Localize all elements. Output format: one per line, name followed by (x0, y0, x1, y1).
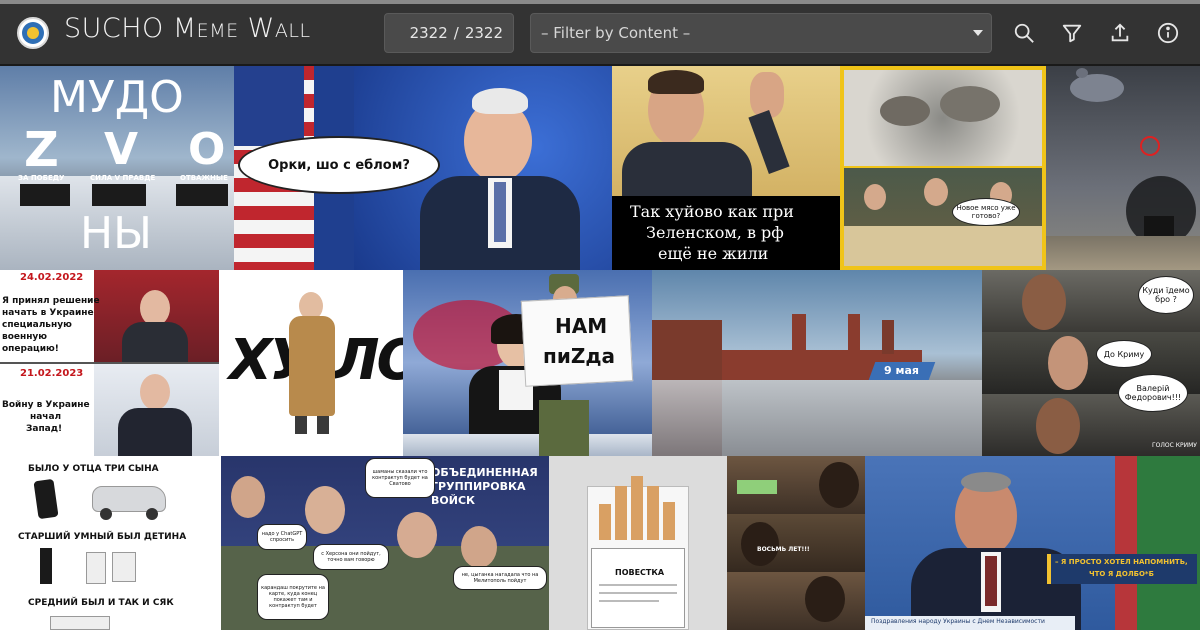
app-title: SUCHO Meme Wall (64, 13, 311, 44)
meme-caption-line2: Зеленском, в рф (646, 223, 784, 242)
banner-text: ОБЪЕДИНЕННАЯ ГРУППИРОВКА ВОЙСК (431, 466, 538, 507)
content-filter-select[interactable]: – Filter by Content – (530, 13, 992, 53)
upload-icon (1111, 23, 1129, 42)
text1-line1: Я принял решение (2, 296, 100, 306)
meme-caption: ВОСЬМЬ ЛЕТ!!! (757, 546, 810, 553)
meme-tile-cigarettes[interactable]: ПОВЕСТКА (549, 456, 727, 630)
meme-line2: СТАРШИЙ УМНЫЙ БЫЛ ДЕТИНА (18, 532, 187, 542)
meme-tile-smoke[interactable] (1046, 66, 1200, 270)
speech-bubble: Новое мясо уже готово? (952, 198, 1020, 226)
top-bar: SUCHO Meme Wall 2322 / 2322 – Filter by … (0, 0, 1200, 64)
meme-tile-new-meat[interactable]: Новое мясо уже готово? (840, 66, 1046, 270)
paper-title: ПОВЕСТКА (615, 568, 665, 577)
meme-word-right: ЛО (333, 328, 403, 393)
counter-separator: / (453, 24, 459, 42)
meme-tile-generals-map[interactable]: ОБЪЕДИНЕННАЯ ГРУППИРОВКА ВОЙСК шаманы ск… (221, 456, 549, 630)
bubble-text-3: Валерій Федорович!!! (1124, 384, 1182, 402)
sign-line2: пиZда (543, 344, 615, 368)
chevron-down-icon (973, 30, 983, 36)
bubble-text-5: не, цыганка нагадала что на Мелитополь п… (461, 572, 539, 584)
speech-bubble-2: надо у ChatGPT спросить (257, 524, 307, 550)
bubble-text: Орки, шо с еблом? (268, 157, 410, 173)
text2-line3: Запад! (26, 424, 63, 434)
counter-total: 2322 (464, 24, 503, 42)
upload-button[interactable] (1105, 18, 1135, 48)
meme-line1: БЫЛО У ОТЦА ТРИ СЫНА (28, 464, 159, 474)
speech-bubble-1: Куди їдемо бро ? (1138, 276, 1194, 314)
speech-bubble-1: шаманы сказали что контрактуп будет на С… (365, 458, 435, 498)
speech-bubble-2: До Криму (1096, 340, 1152, 368)
meme-letter-v: V (104, 124, 139, 175)
speech-bubble-4: карандаш покрутите на карте, куда конец … (257, 574, 329, 620)
bubble-text-4: карандаш покрутите на карте, куда конец … (261, 585, 325, 609)
meme-text-bottom: НЫ (80, 208, 152, 259)
meme-tile-news-anchor[interactable]: НАМ пиZда (403, 270, 652, 456)
info-icon (1157, 22, 1179, 44)
meme-line3: СРЕДНИЙ БЫЛ И ТАК И СЯК (28, 598, 174, 608)
filter-button[interactable] (1057, 18, 1087, 48)
meme-tile-kremlin[interactable]: 9 мая (652, 270, 982, 456)
meme-caption-2: СИЛА V ПРАВДЕ (90, 174, 156, 182)
text1-line2: начать в Украине (2, 308, 94, 318)
meme-text-top: МУДО (50, 72, 184, 123)
text1-line5: операцию! (2, 344, 59, 354)
search-button[interactable] (1009, 18, 1039, 48)
banner-text: 9 мая (884, 364, 919, 377)
meme-tile-car-ride[interactable]: Куди їдемо бро ? До Криму Валерій Федоро… (982, 270, 1200, 456)
meme-caption-3: ОТВАЖНЫЕ (180, 174, 228, 182)
date-1: 24.02.2022 (20, 272, 84, 283)
sign-line1: НАМ (555, 314, 608, 338)
bubble-text-2: надо у ChatGPT спросить (261, 531, 303, 543)
bubble-text-3: с Херсона они пойдут, точно вам говорю (321, 551, 381, 563)
meme-caption-1: ЗА ПОБЕДУ (18, 174, 65, 182)
subtitle: Поздравления народу Украины с Днем Незав… (871, 618, 1045, 625)
text2-line2: начал (30, 412, 62, 422)
bubble-text: Новое мясо уже готово? (956, 204, 1016, 220)
sucho-logo[interactable] (17, 17, 49, 49)
meme-tile-zelensky[interactable]: Так хуйово как при Зеленском, в рф ещё н… (612, 66, 840, 270)
speech-bubble-3: с Херсона они пойдут, точно вам говорю (313, 544, 389, 570)
meme-tile-putin-dates[interactable]: 24.02.2022 Я принял решение начать в Укр… (0, 270, 219, 456)
meme-caption-line1: Так хуйово как при (630, 202, 794, 221)
meme-tile-huylo[interactable]: ХУ ЛО (219, 270, 403, 456)
meme-tile-three-sons[interactable]: БЫЛО У ОТЦА ТРИ СЫНА СТАРШИЙ УМНЫЙ БЫЛ Д… (0, 456, 221, 630)
meme-letter-z: Z (24, 122, 59, 178)
text1-line4: военную (2, 332, 48, 342)
speech-bubble: Орки, шо с еблом? (238, 136, 440, 194)
caption-line1: – Я ПРОСТО ХОТЕЛ НАПОМНИТЬ, (1055, 558, 1188, 566)
info-button[interactable] (1153, 18, 1183, 48)
caption-line2: ЧТО Я ДОЛБО*Б (1089, 570, 1154, 578)
watermark: ГОЛОС КРИМУ (1152, 442, 1197, 449)
bubble-text-1: Куди їдемо бро ? (1142, 286, 1190, 304)
filter-icon (1062, 24, 1082, 43)
speech-bubble-5: не, цыганка нагадала что на Мелитополь п… (453, 566, 547, 590)
text2-line1: Войну в Украине (2, 400, 90, 410)
meme-caption-line3: ещё не жили (658, 244, 769, 263)
filter-placeholder: – Filter by Content – (541, 24, 691, 42)
meme-tile-biden[interactable]: Орки, шо с еблом? (234, 66, 612, 270)
meme-tile-mudozvony[interactable]: МУДО Z V O ЗА ПОБЕДУ СИЛА V ПРАВДЕ ОТВАЖ… (0, 66, 234, 270)
speech-bubble-3: Валерій Федорович!!! (1118, 374, 1188, 412)
bubble-text-1: шаманы сказали что контрактуп будет на С… (372, 469, 428, 487)
meme-counter[interactable]: 2322 / 2322 (384, 13, 514, 53)
meme-tile-lukashenko[interactable]: – Я ПРОСТО ХОТЕЛ НАПОМНИТЬ, ЧТО Я ДОЛБО*… (865, 456, 1200, 630)
search-icon (1014, 23, 1034, 43)
counter-current[interactable]: 2322 (410, 24, 448, 42)
meme-tile-monkeys[interactable]: ВОСЬМЬ ЛЕТ!!! (727, 456, 865, 630)
text1-line3: специальную (2, 320, 72, 330)
bubble-text-2: До Криму (1103, 349, 1145, 359)
meme-letter-o: O (188, 124, 226, 175)
date-2: 21.02.2023 (20, 368, 84, 379)
